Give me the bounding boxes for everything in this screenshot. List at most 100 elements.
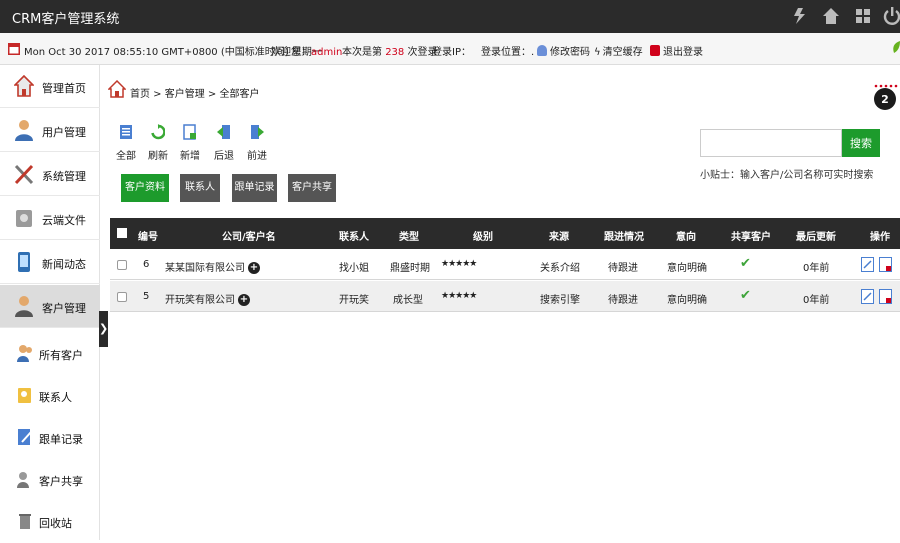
th-shared: 共享客户 bbox=[731, 232, 771, 243]
refresh-icon bbox=[151, 124, 166, 140]
contact-card-icon bbox=[18, 388, 31, 403]
tab-followup[interactable]: 跟单记录 bbox=[232, 174, 277, 202]
house-icon bbox=[14, 75, 34, 97]
login-ip: 登录IP： bbox=[432, 47, 471, 58]
shared-check-icon: ✔ bbox=[740, 288, 751, 303]
trash-icon bbox=[19, 514, 31, 529]
th-actions: 操作 bbox=[870, 232, 890, 243]
grid-icon[interactable] bbox=[853, 6, 873, 26]
th-id: 编号 bbox=[138, 232, 158, 243]
broom-icon: ϟ bbox=[594, 47, 601, 58]
cell-type: 鼎盛时期 bbox=[390, 263, 430, 274]
cell-intention: 意向明确 bbox=[667, 263, 707, 274]
th-source: 来源 bbox=[549, 232, 569, 243]
sidebar-sub-all-customers[interactable]: 所有客户 bbox=[0, 333, 100, 375]
leaf-icon bbox=[893, 41, 900, 53]
customer-icon bbox=[15, 296, 33, 317]
sidebar: 管理首页 用户管理 系统管理 云端文件 新闻动态 客户管理 所有客户 联系人 跟… bbox=[0, 65, 100, 540]
shared-check-icon: ✔ bbox=[740, 256, 751, 271]
sidebar-sub-recycle[interactable]: 回收站 bbox=[0, 501, 100, 543]
edit-doc-icon bbox=[18, 429, 32, 445]
add-button[interactable]: 新增 bbox=[176, 124, 204, 162]
cell-id: 6 bbox=[143, 259, 150, 270]
notification-badge[interactable]: 2 bbox=[872, 84, 898, 112]
cell-source: 关系介绍 bbox=[540, 263, 580, 274]
delete-icon[interactable] bbox=[879, 289, 892, 304]
power-icon[interactable] bbox=[882, 6, 900, 26]
forward-button[interactable]: 前进 bbox=[243, 124, 271, 162]
add-doc-icon bbox=[183, 124, 196, 140]
cell-company[interactable]: 开玩笑有限公司 + bbox=[165, 291, 250, 306]
calendar-icon bbox=[8, 43, 20, 55]
table-row[interactable]: 6 某某国际有限公司 + 找小姐 鼎盛时期 ★★★★★ 关系介绍 待跟进 意向明确… bbox=[110, 249, 900, 280]
change-password-link[interactable]: 修改密码 bbox=[537, 43, 590, 58]
sidebar-item-customers[interactable]: 客户管理 bbox=[0, 285, 100, 328]
cell-followup: 待跟进 bbox=[608, 263, 638, 274]
user-key-icon bbox=[537, 45, 547, 56]
tab-share[interactable]: 客户共享 bbox=[288, 174, 336, 202]
sidebar-item-users[interactable]: 用户管理 bbox=[0, 109, 100, 152]
top-bar: CRM客户管理系统 bbox=[0, 0, 900, 33]
edit-icon[interactable] bbox=[861, 257, 874, 272]
notification-count: 2 bbox=[881, 93, 889, 106]
app-title: CRM客户管理系统 bbox=[12, 12, 120, 27]
th-last-update: 最后更新 bbox=[796, 232, 836, 243]
th-level: 级别 bbox=[473, 232, 493, 243]
th-contact: 联系人 bbox=[339, 232, 369, 243]
breadcrumb-text[interactable]: 首页 > 客户管理 > 全部客户 bbox=[130, 85, 259, 100]
sidebar-item-cloud-files[interactable]: 云端文件 bbox=[0, 197, 100, 240]
safe-icon bbox=[16, 210, 32, 227]
forward-icon bbox=[251, 125, 264, 139]
add-contact-icon[interactable]: + bbox=[248, 262, 260, 274]
search-button[interactable]: 搜索 bbox=[842, 129, 880, 157]
login-location: 登录位置：. bbox=[481, 47, 535, 58]
sidebar-sub-contacts[interactable]: 联系人 bbox=[0, 375, 100, 417]
switch-icon[interactable] bbox=[790, 6, 810, 26]
cell-contact: 开玩笑 bbox=[339, 295, 369, 306]
cell-company[interactable]: 某某国际有限公司 + bbox=[165, 259, 260, 274]
home-icon[interactable] bbox=[821, 6, 841, 26]
edit-icon[interactable] bbox=[861, 289, 874, 304]
search-input[interactable] bbox=[700, 129, 842, 157]
logout-icon bbox=[650, 45, 660, 56]
add-contact-icon[interactable]: + bbox=[238, 294, 250, 306]
login-count: 本次是第 238 次登录 bbox=[342, 47, 438, 58]
all-button[interactable]: 全部 bbox=[112, 124, 140, 162]
th-company: 公司/客户名 bbox=[222, 232, 276, 243]
cell-intention: 意向明确 bbox=[667, 295, 707, 306]
cell-last-update: 0年前 bbox=[803, 295, 830, 306]
back-button[interactable]: 后退 bbox=[210, 124, 238, 162]
tab-contacts[interactable]: 联系人 bbox=[180, 174, 220, 202]
cell-source: 搜索引擎 bbox=[540, 295, 580, 306]
tools-icon bbox=[14, 164, 34, 185]
sidebar-sub-followup[interactable]: 跟单记录 bbox=[0, 417, 100, 459]
cell-followup: 待跟进 bbox=[608, 295, 638, 306]
select-all-checkbox[interactable] bbox=[117, 228, 127, 238]
logout-link[interactable]: 退出登录 bbox=[650, 43, 703, 58]
cell-level: ★★★★★ bbox=[441, 259, 477, 269]
th-type: 类型 bbox=[399, 232, 419, 243]
sidebar-item-news[interactable]: 新闻动态 bbox=[0, 241, 100, 284]
people-icon bbox=[17, 345, 32, 362]
row-checkbox[interactable] bbox=[117, 260, 127, 270]
cell-type: 成长型 bbox=[393, 295, 423, 306]
table-row[interactable]: 5 开玩笑有限公司 + 开玩笑 成长型 ★★★★★ 搜索引擎 待跟进 意向明确 ✔… bbox=[110, 281, 900, 312]
delete-icon[interactable] bbox=[879, 257, 892, 272]
refresh-button[interactable]: 刷新 bbox=[144, 124, 172, 162]
sidebar-sub-share[interactable]: 客户共享 bbox=[0, 459, 100, 501]
row-checkbox[interactable] bbox=[117, 292, 127, 302]
share-icon bbox=[17, 472, 29, 488]
th-intention: 意向 bbox=[676, 232, 696, 243]
sidebar-item-home[interactable]: 管理首页 bbox=[0, 65, 100, 108]
sidebar-collapse-toggle[interactable]: ❯ bbox=[99, 311, 108, 347]
tab-customer-info[interactable]: 客户资料 bbox=[121, 174, 169, 202]
cell-level: ★★★★★ bbox=[441, 291, 477, 301]
back-icon bbox=[217, 125, 230, 139]
clear-cache-link[interactable]: ϟ 清空缓存 bbox=[594, 43, 643, 58]
home-icon[interactable] bbox=[108, 80, 126, 98]
sidebar-item-system[interactable]: 系统管理 bbox=[0, 153, 100, 196]
welcome-text: 欢迎您：admin bbox=[271, 47, 343, 58]
phone-icon bbox=[18, 252, 30, 272]
user-icon bbox=[15, 120, 33, 141]
search-tip: 小贴士：输入客户/公司名称可实时搜索 bbox=[700, 170, 874, 181]
